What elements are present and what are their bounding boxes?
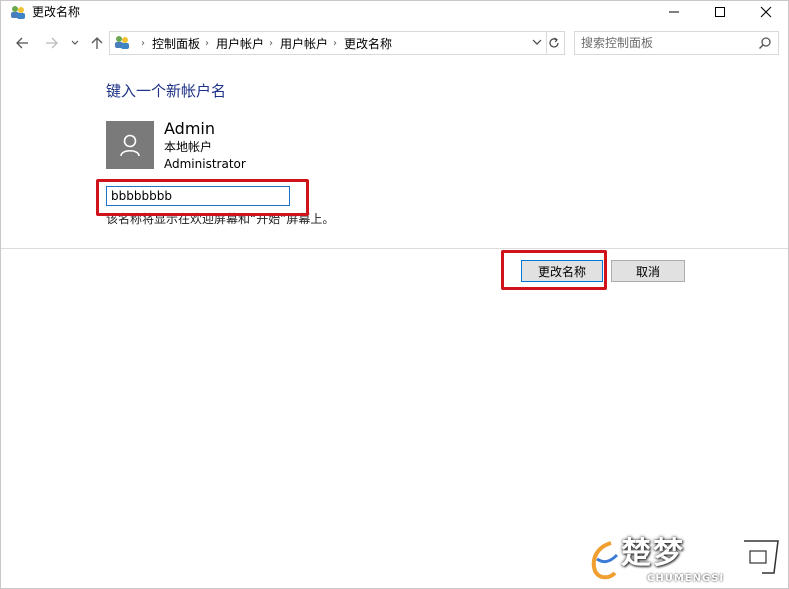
minimize-icon (669, 11, 679, 13)
user-silhouette-icon (120, 134, 140, 157)
up-button[interactable] (89, 34, 105, 52)
highlight-box-input (96, 179, 309, 216)
watermark: 楚梦 CHUMENGSI (621, 535, 751, 587)
refresh-icon (549, 37, 559, 48)
account-name: Admin (164, 119, 215, 138)
cancel-button[interactable]: 取消 (611, 260, 685, 282)
breadcrumb-separator-icon: › (333, 37, 338, 49)
watermark-glyph-icon (744, 538, 782, 576)
close-icon (760, 6, 772, 18)
breadcrumb-separator-icon: › (205, 37, 210, 49)
arrow-left-icon (16, 37, 28, 49)
window-title: 更改名称 (32, 5, 81, 19)
user-avatar (106, 121, 154, 169)
recent-locations-button[interactable] (69, 34, 81, 52)
highlight-box-button (501, 250, 607, 290)
search-box[interactable] (574, 31, 779, 55)
page-heading: 键入一个新帐户名 (106, 82, 227, 100)
refresh-button[interactable] (544, 31, 565, 55)
address-bar[interactable]: › 控制面板 › 用户帐户 › 用户帐户 › 更改名称 (109, 31, 547, 55)
breadcrumb-change-name[interactable]: 更改名称 (344, 35, 392, 52)
breadcrumb-user-accounts[interactable]: 用户帐户 (216, 35, 264, 52)
back-button[interactable] (13, 34, 31, 52)
breadcrumb: › 控制面板 › 用户帐户 › 用户帐户 › 更改名称 (136, 32, 392, 54)
search-icon[interactable] (758, 36, 772, 50)
maximize-button[interactable] (697, 1, 743, 23)
watermark-logo-icon (591, 541, 619, 580)
user-accounts-icon (11, 6, 25, 19)
watermark-sub-text: CHUMENGSI (647, 573, 725, 584)
breadcrumb-separator-icon: › (269, 37, 274, 49)
breadcrumb-user-accounts-sub[interactable]: 用户帐户 (280, 35, 328, 52)
breadcrumb-separator-icon: › (141, 37, 145, 49)
chevron-down-icon (71, 40, 79, 45)
navigation-bar: › 控制面板 › 用户帐户 › 用户帐户 › 更改名称 (1, 28, 788, 58)
watermark-main-text: 楚梦 (621, 536, 685, 571)
maximize-icon (715, 7, 725, 17)
forward-button[interactable] (43, 34, 61, 52)
arrow-up-icon (91, 37, 103, 49)
minimize-button[interactable] (651, 1, 697, 23)
arrow-right-icon (46, 37, 58, 49)
user-accounts-icon (115, 36, 129, 49)
account-type: 本地帐户 (164, 140, 213, 154)
address-dropdown-icon[interactable] (532, 37, 542, 47)
rename-account-window: 更改名称 › 控制面板 › 用户帐户 › 用户帐户 › 更改名称 搜索控制面板 … (0, 0, 789, 589)
title-bar: 更改名称 (1, 1, 788, 25)
breadcrumb-control-panel[interactable]: 控制面板 (152, 35, 200, 52)
account-role: Administrator (164, 157, 246, 171)
close-button[interactable] (743, 1, 789, 23)
footer-divider (1, 248, 788, 249)
search-input[interactable] (581, 34, 751, 51)
